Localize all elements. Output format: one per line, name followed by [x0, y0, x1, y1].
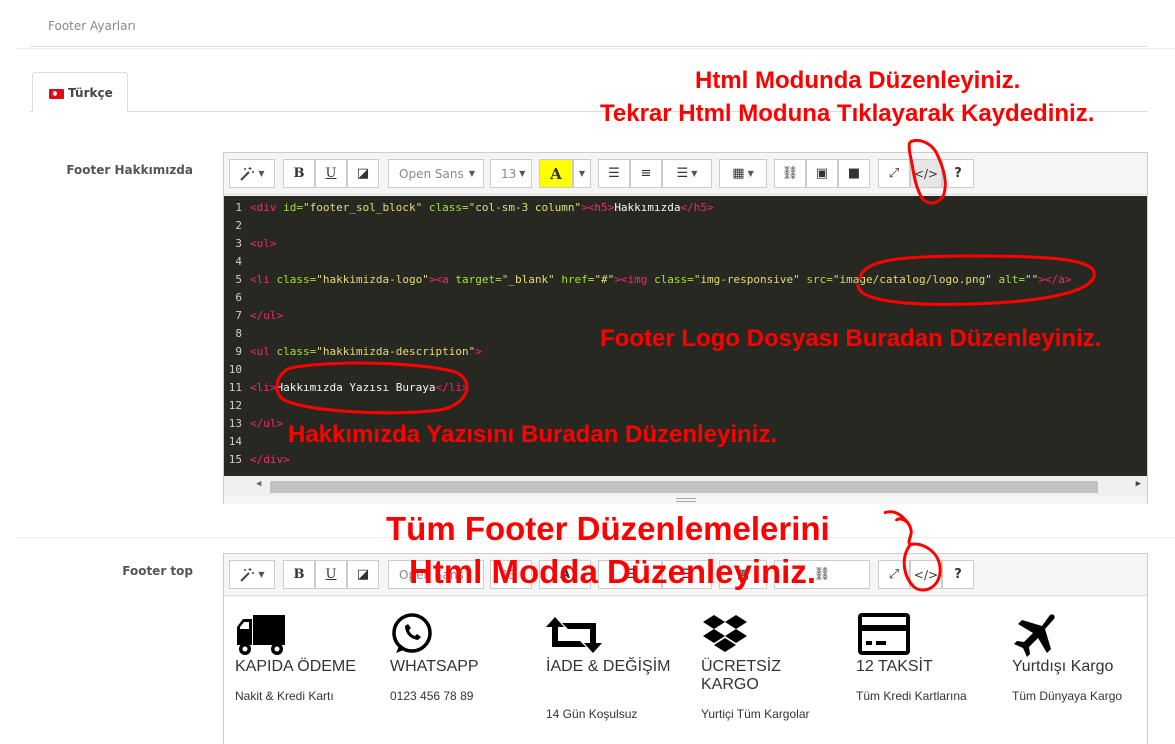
text-color-dropdown[interactable]: ▼: [573, 159, 591, 188]
feature-title: İADE & DEĞİŞİM: [546, 658, 671, 675]
code-line: 13 </ul>: [228, 417, 284, 430]
wysiwyg-preview[interactable]: KAPIDA ÖDEME Nakit & Kredi Kartı WHATSAP…: [224, 597, 1147, 744]
code-line: 3 <ul>: [235, 237, 277, 250]
annotation-html-mode-2: Tekrar Html Moduna Tıklayarak Kaydediniz…: [600, 100, 1095, 127]
code-line: 6: [235, 291, 242, 304]
code-line: 14: [228, 435, 242, 448]
font-family-value: Open Sans: [399, 166, 464, 181]
divider: [16, 48, 1175, 49]
magic-wand-icon: [240, 166, 255, 181]
credit-card-icon: [858, 613, 910, 655]
turkey-flag-icon: [49, 89, 64, 99]
font-size-select[interactable]: 13 ▼: [490, 159, 532, 188]
feature-title: ÜCRETSİZ KARGO: [701, 658, 781, 693]
ordered-list-icon: ≡: [640, 166, 652, 181]
retweet-icon: [546, 617, 602, 653]
code-line: 12: [228, 399, 242, 412]
feature-subtitle: 14 Gün Koşulsuz: [546, 707, 638, 721]
underline-icon: U: [325, 567, 337, 582]
code-line: 15 </div>: [228, 453, 290, 466]
help-icon: ?: [954, 567, 962, 582]
scroll-right-icon[interactable]: ▶: [1136, 479, 1141, 489]
font-size-value: 13: [501, 166, 517, 181]
editor-toolbar: ▼ B U ◪ Open Sans ▼ 13 ▼ A ▼ ☰ ≡ ☰ ▼ ▦ ▼ ⛓ ▣…: [224, 153, 1147, 195]
annotation-html-mode-1: Html Modunda Düzenleyiniz.: [695, 67, 1021, 94]
feature-subtitle: Tüm Kredi Kartlarına: [856, 689, 967, 703]
eraser-icon: ◪: [356, 166, 370, 181]
help-icon: ?: [954, 166, 962, 181]
annotation-logo-note: Footer Logo Dosyası Buradan Düzenleyiniz…: [600, 325, 1102, 352]
link-icon: ⛓: [781, 166, 799, 181]
magic-wand-icon: [240, 567, 255, 582]
feature-title: WHATSAPP: [390, 658, 479, 675]
bold-icon: B: [293, 567, 305, 582]
plane-icon: [1014, 614, 1055, 657]
image-button[interactable]: ▣: [806, 159, 838, 188]
align-left-icon: ☰: [676, 166, 689, 181]
underline-button[interactable]: U: [315, 159, 347, 188]
eraser-button[interactable]: ◪: [347, 560, 379, 589]
feature-subtitle: Tüm Dünyaya Kargo: [1012, 689, 1123, 703]
eraser-icon: ◪: [356, 567, 370, 582]
underline-button[interactable]: U: [315, 560, 347, 589]
code-line: 8: [235, 327, 242, 340]
page-header: Footer Ayarları: [30, 0, 1148, 47]
link-button[interactable]: ⛓: [774, 159, 806, 188]
feature-title: Yurtdışı Kargo: [1012, 658, 1114, 675]
fullscreen-icon: ⤢: [888, 166, 900, 181]
grip-icon: [675, 498, 696, 502]
tab-label: Türkçe: [68, 86, 113, 100]
code-line: 10: [228, 363, 242, 376]
code-line: 1 <div id="footer_sol_block" class="col-s…: [235, 201, 714, 214]
text-color-button[interactable]: A: [539, 159, 573, 188]
video-icon: ■: [847, 166, 861, 181]
image-icon: ▣: [815, 166, 829, 181]
underline-icon: U: [325, 166, 337, 181]
truck-icon: [237, 615, 285, 655]
magic-wand-button[interactable]: ▼: [229, 159, 275, 188]
tab-language-turkish[interactable]: Türkçe: [32, 72, 128, 112]
magic-wand-button[interactable]: ▼: [229, 560, 275, 589]
resize-handle[interactable]: [224, 496, 1147, 504]
feature-title: KAPIDA ÖDEME: [235, 658, 356, 675]
text-color-icon: A: [550, 164, 562, 183]
feature-subtitle: Nakit & Kredi Kartı: [235, 689, 334, 703]
video-button[interactable]: ■: [838, 159, 870, 188]
chevron-down-icon: ▼: [578, 169, 586, 178]
bold-button[interactable]: B: [283, 159, 315, 188]
annotation-about-note: Hakkımızda Yazısını Buradan Düzenleyiniz…: [288, 421, 778, 448]
link-icon: ⛓: [813, 567, 831, 582]
font-family-select[interactable]: Open Sans ▼: [388, 159, 484, 188]
whatsapp-icon: [392, 613, 432, 653]
unordered-list-icon: ☰: [608, 166, 620, 181]
table-icon: ▦: [732, 166, 745, 181]
scroll-left-icon[interactable]: ◀: [256, 479, 261, 489]
highlight-arrow-code-button: [883, 510, 942, 592]
annotation-all-footer-1: Tüm Footer Düzenlemelerini: [386, 510, 830, 547]
code-line: 2: [235, 219, 242, 232]
feature-title: 12 TAKSİT: [856, 658, 933, 675]
dropbox-icon: [703, 615, 747, 652]
ordered-list-button[interactable]: ≡: [630, 159, 662, 188]
highlight-circle-about-text: [275, 361, 469, 415]
bold-button[interactable]: B: [283, 560, 315, 589]
feature-subtitle: 0123 456 78 89: [390, 689, 474, 703]
annotation-all-footer-2: Html Modda Düzenleyiniz.: [409, 553, 817, 590]
unordered-list-button[interactable]: ☰: [598, 159, 630, 188]
paragraph-align-button[interactable]: ☰ ▼: [662, 159, 712, 188]
horizontal-scrollbar[interactable]: ◀ ▶: [224, 476, 1147, 498]
scroll-thumb[interactable]: [270, 481, 1098, 493]
highlight-circle-code-button: [907, 138, 947, 205]
footer-top-label: Footer top: [122, 564, 193, 578]
feature-subtitle: Yurtiçi Tüm Kargolar: [701, 707, 810, 721]
eraser-button[interactable]: ◪: [347, 159, 379, 188]
code-line: 7 </ul>: [235, 309, 284, 322]
table-button[interactable]: ▦ ▼: [719, 159, 767, 188]
highlight-circle-logo-src: [856, 254, 1096, 306]
code-line: 4: [235, 255, 242, 268]
page-title: Footer Ayarları: [48, 19, 136, 33]
bold-icon: B: [293, 166, 305, 181]
footer-about-label: Footer Hakkımızda: [66, 163, 193, 177]
